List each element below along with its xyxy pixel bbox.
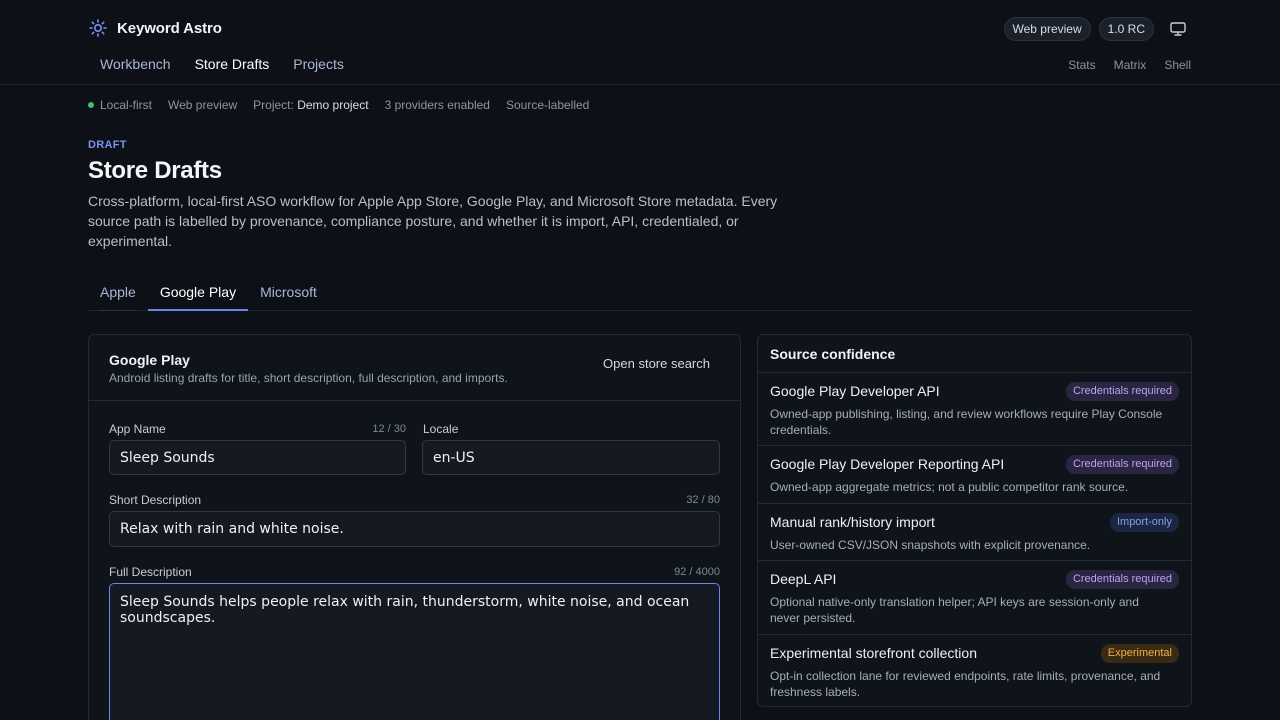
source-row: Google Play Developer Reporting API Cred… [758, 446, 1191, 504]
source-row: Google Play Developer API Credentials re… [758, 373, 1191, 446]
app-name-input[interactable]: Sleep Sounds [109, 440, 406, 475]
full-description-count: 92 / 4000 [674, 566, 720, 578]
sun-logo-icon [88, 18, 108, 38]
source-description: Owned-app aggregate metrics; not a publi… [770, 480, 1129, 494]
page-eyebrow: DRAFT [88, 139, 127, 151]
nav-stats[interactable]: Stats [1056, 57, 1101, 73]
project-status: Project: Demo project [253, 98, 368, 112]
secondary-nav: Stats Matrix Shell [1056, 57, 1197, 73]
local-first-label: Local-first [100, 98, 153, 112]
nav-shell[interactable]: Shell [1152, 57, 1197, 73]
short-description-label: Short Description [109, 493, 202, 507]
source-row: Experimental storefront collection Exper… [758, 635, 1191, 707]
monitor-icon[interactable] [1164, 18, 1192, 40]
providers-status: 3 providers enabled [384, 98, 490, 112]
app-name: Keyword Astro [117, 19, 222, 37]
tab-microsoft[interactable]: Microsoft [248, 275, 329, 310]
short-description-input[interactable]: Relax with rain and white noise. [109, 511, 720, 547]
top-right-controls: Web preview 1.0 RC [1003, 17, 1193, 41]
locale-input[interactable]: en-US [422, 440, 720, 475]
web-preview-status: Web preview [168, 98, 238, 112]
tab-apple[interactable]: Apple [88, 275, 148, 311]
source-row: Manual rank/history import Import-only U… [758, 504, 1191, 561]
draft-card: Google Play Android listing drafts for t… [88, 334, 741, 720]
source-status: Source-labelled [505, 98, 590, 112]
local-first-status: Local-first [88, 98, 152, 112]
web-preview-pill: Web preview [1003, 17, 1091, 41]
short-description-value: Relax with rain and white noise. [120, 521, 344, 537]
draft-card-title: Google Play [109, 352, 190, 368]
tab-google-play[interactable]: Google Play [147, 275, 249, 311]
status-line: Local-first Web preview Project: Demo pr… [88, 98, 589, 112]
nav-matrix[interactable]: Matrix [1102, 57, 1153, 73]
source-description: Owned-app publishing, listing, and revie… [770, 407, 1163, 437]
main-nav: Workbench Store Drafts Projects [88, 54, 356, 74]
draft-card-subtitle: Android listing drafts for title, short … [109, 371, 508, 385]
full-description-textarea[interactable]: Sleep Sounds helps people relax with rai… [109, 583, 720, 720]
version-pill: 1.0 RC [1098, 17, 1154, 41]
project-label: Project: [253, 98, 294, 112]
app-name-label: App Name [109, 422, 166, 436]
project-value: Demo project [297, 98, 369, 112]
credentials-badge: Credentials required [1065, 570, 1179, 589]
app-name-value: Sleep Sounds [120, 449, 215, 466]
nav-store-drafts[interactable]: Store Drafts [183, 54, 282, 74]
full-description-label: Full Description [109, 565, 192, 579]
import-only-badge: Import-only [1109, 513, 1179, 532]
credentials-badge: Credentials required [1065, 382, 1179, 401]
source-description: Optional native-only translation helper;… [770, 595, 1139, 625]
app-name-count: 12 / 30 [372, 423, 406, 435]
status-dot-icon [88, 102, 94, 108]
nav-projects[interactable]: Projects [281, 54, 356, 74]
nav-workbench[interactable]: Workbench [88, 54, 183, 74]
credentials-badge: Credentials required [1065, 455, 1179, 474]
draft-card-header: Google Play Android listing drafts for t… [89, 335, 740, 401]
experimental-badge: Experimental [1100, 644, 1179, 663]
short-description-count: 32 / 80 [686, 494, 720, 506]
locale-value: en-US [433, 449, 475, 466]
locale-label: Locale [423, 422, 459, 436]
source-confidence-card: Source confidence Google Play Developer … [757, 334, 1192, 707]
source-row: DeepL API Credentials required Optional … [758, 561, 1191, 635]
full-description-value: Sleep Sounds helps people relax with rai… [120, 594, 690, 626]
open-store-search-button[interactable]: Open store search [603, 356, 710, 371]
brand[interactable]: Keyword Astro [88, 18, 222, 38]
store-tabs: Apple Google Play Microsoft [88, 275, 1192, 311]
page-description: Cross-platform, local-first ASO workflow… [88, 193, 778, 249]
source-confidence-title: Source confidence [758, 335, 1191, 373]
top-bar: Keyword Astro Web preview 1.0 RC Workben… [0, 0, 1280, 85]
source-description: Opt-in collection lane for reviewed endp… [770, 669, 1161, 699]
page-title: Store Drafts [88, 157, 222, 184]
source-description: User-owned CSV/JSON snapshots with expli… [770, 538, 1091, 552]
